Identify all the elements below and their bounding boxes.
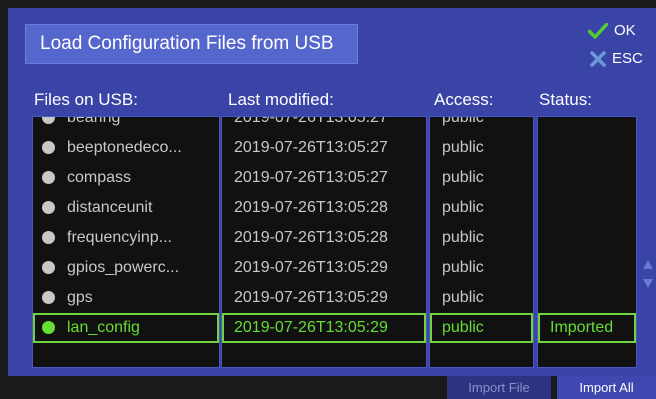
file-modified: 2019-07-26T13:05:28 <box>234 228 388 246</box>
file-name: gpios_powerc... <box>67 258 180 276</box>
file-row[interactable]: public <box>430 223 533 253</box>
column-header-modified: Last modified: <box>228 90 334 109</box>
file-name: compass <box>67 168 132 186</box>
file-modified: 2019-07-26T13:05:28 <box>234 198 388 216</box>
ok-button[interactable]: OK <box>588 22 636 39</box>
file-row[interactable]: distanceunit <box>33 193 219 223</box>
file-row[interactable]: 2019-07-26T13:05:28 <box>222 193 426 223</box>
dot-icon <box>42 117 55 124</box>
file-row[interactable]: frequencyinp... <box>33 223 219 253</box>
import-all-label: Import All <box>579 380 634 395</box>
column-header-status: Status: <box>539 90 592 109</box>
file-row[interactable]: gps <box>33 283 219 313</box>
file-name: distanceunit <box>67 198 153 216</box>
file-row[interactable]: public <box>430 116 533 133</box>
file-row[interactable]: 2019-07-26T13:05:27 <box>222 116 426 133</box>
dot-icon <box>42 231 55 244</box>
file-access: public <box>442 198 484 216</box>
file-modified: 2019-07-26T13:05:27 <box>234 168 388 186</box>
file-row[interactable] <box>538 283 636 313</box>
file-row[interactable]: public <box>430 163 533 193</box>
dot-icon <box>42 291 55 304</box>
file-row[interactable]: public <box>430 283 533 313</box>
file-row[interactable] <box>538 253 636 283</box>
file-row[interactable]: gpios_powerc... <box>33 253 219 283</box>
close-icon <box>590 50 606 67</box>
file-row[interactable] <box>538 193 636 223</box>
ok-label: OK <box>614 22 636 39</box>
file-row[interactable]: 2019-07-26T13:05:28 <box>222 223 426 253</box>
file-modified: 2019-07-26T13:05:27 <box>234 116 388 126</box>
file-row[interactable]: compass <box>33 163 219 193</box>
file-row[interactable]: 2019-07-26T13:05:27 <box>222 163 426 193</box>
status-column[interactable]: Imported <box>537 116 637 368</box>
file-name: frequencyinp... <box>67 228 172 246</box>
selected-row-highlight <box>430 312 533 343</box>
file-row[interactable] <box>538 223 636 253</box>
import-file-button[interactable]: Import File <box>447 376 551 399</box>
column-header-files: Files on USB: <box>34 90 138 109</box>
file-access: public <box>442 116 484 126</box>
column-header-access: Access: <box>434 90 494 109</box>
dialog-title: Load Configuration Files from USB <box>40 33 334 54</box>
file-row[interactable]: public <box>430 253 533 283</box>
modified-column[interactable]: 2019-07-26T13:05:27 2019-07-26T13:05:27 20… <box>221 116 427 368</box>
file-row[interactable]: public <box>430 133 533 163</box>
selected-row-highlight <box>538 312 636 343</box>
file-row[interactable] <box>538 133 636 163</box>
check-icon <box>588 22 608 39</box>
access-column[interactable]: public public public public public public publ… <box>429 116 534 368</box>
file-access: public <box>442 168 484 186</box>
file-name: bearing <box>67 116 121 126</box>
file-name-column[interactable]: bearing beeptonedeco... compass distanceuni… <box>32 116 220 368</box>
dot-icon <box>42 261 55 274</box>
import-file-label: Import File <box>468 380 530 395</box>
dialog-panel: Load Configuration Files from USB OK ESC… <box>8 8 656 376</box>
file-name: gps <box>67 288 93 306</box>
file-access: public <box>442 228 484 246</box>
file-row[interactable] <box>538 163 636 193</box>
file-name: beeptonedeco... <box>67 138 182 156</box>
selected-row-highlight <box>33 312 219 343</box>
file-access: public <box>442 138 484 156</box>
selected-row-highlight <box>222 312 426 343</box>
file-modified: 2019-07-26T13:05:27 <box>234 138 388 156</box>
file-row[interactable] <box>538 117 636 133</box>
file-row[interactable]: 2019-07-26T13:05:29 <box>222 283 426 313</box>
scroll-arrows-icon[interactable] <box>642 256 654 292</box>
esc-button[interactable]: ESC <box>590 50 643 67</box>
file-row[interactable]: public <box>430 193 533 223</box>
dialog-title-box: Load Configuration Files from USB <box>25 24 358 64</box>
file-modified: 2019-07-26T13:05:29 <box>234 288 388 306</box>
file-row[interactable]: 2019-07-26T13:05:29 <box>222 253 426 283</box>
dot-icon <box>42 201 55 214</box>
dot-icon <box>42 141 55 154</box>
file-access: public <box>442 258 484 276</box>
file-row[interactable]: bearing <box>33 116 219 133</box>
import-all-button[interactable]: Import All <box>557 376 656 399</box>
file-row[interactable]: 2019-07-26T13:05:27 <box>222 133 426 163</box>
file-access: public <box>442 288 484 306</box>
esc-label: ESC <box>612 50 643 67</box>
file-row[interactable]: beeptonedeco... <box>33 133 219 163</box>
file-modified: 2019-07-26T13:05:29 <box>234 258 388 276</box>
dot-icon <box>42 171 55 184</box>
